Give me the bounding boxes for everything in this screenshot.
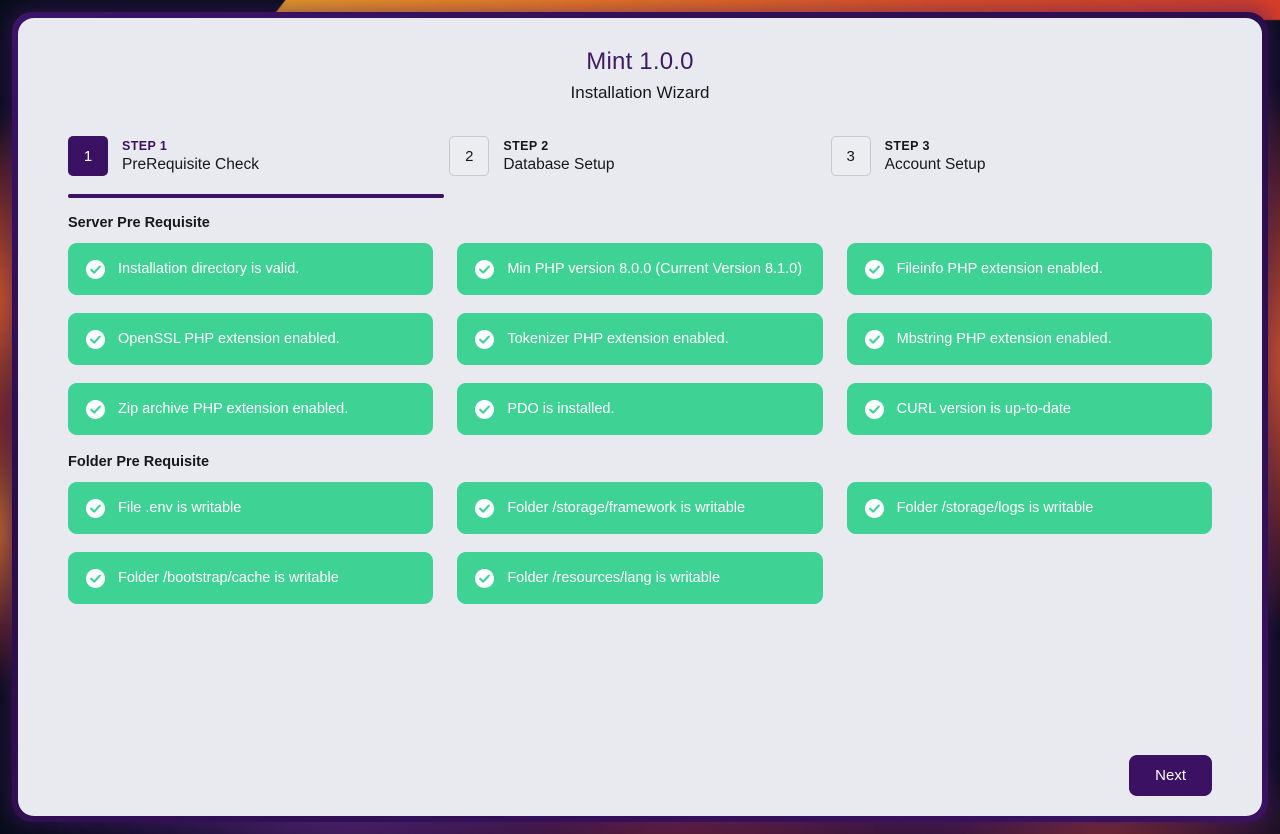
check-circle-icon: [86, 568, 105, 588]
step-item-1[interactable]: 1 STEP 1 PreRequisite Check: [68, 136, 449, 198]
step-texts: STEP 2 Database Setup: [503, 139, 614, 174]
step-title: Database Setup: [503, 155, 615, 173]
prerequisite-check-card: Installation directory is valid.: [68, 243, 434, 295]
folder-prerequisite-grid: File .env is writable Folder /storage/fra…: [68, 482, 1212, 604]
step-kicker: STEP 1: [122, 138, 168, 153]
prerequisite-check-card: Mbstring PHP extension enabled.: [846, 313, 1212, 365]
prerequisite-label: PDO is installed.: [507, 401, 615, 417]
prerequisite-label: File .env is writable: [118, 500, 242, 516]
prerequisite-label: Mbstring PHP extension enabled.: [896, 331, 1112, 347]
prerequisite-label: Tokenizer PHP extension enabled.: [507, 331, 729, 347]
prerequisite-check-card: Folder /resources/lang is writable: [457, 552, 823, 604]
prerequisite-check-card: File .env is writable: [68, 482, 434, 534]
prerequisite-label: Folder /resources/lang is writable: [507, 570, 721, 586]
check-circle-icon: [86, 498, 105, 518]
check-circle-icon: [86, 259, 105, 279]
prerequisite-check-card: Min PHP version 8.0.0 (Current Version 8…: [457, 243, 823, 295]
step-badge-1: 1: [68, 136, 108, 176]
prerequisite-check-card: CURL version is up-to-date: [846, 383, 1212, 435]
prerequisite-check-card: Tokenizer PHP extension enabled.: [457, 313, 823, 365]
prerequisite-check-card: OpenSSL PHP extension enabled.: [68, 313, 434, 365]
folder-section-title: Folder Pre Requisite: [68, 454, 210, 470]
check-circle-icon: [475, 399, 495, 419]
check-circle-icon: [475, 329, 495, 349]
prerequisite-label: CURL version is up-to-date: [896, 401, 1071, 417]
step-kicker: STEP 2: [503, 138, 549, 153]
step-texts: STEP 1 PreRequisite Check: [122, 139, 259, 174]
prerequisite-label: Zip archive PHP extension enabled.: [118, 401, 349, 417]
step-badge-2: 2: [449, 136, 490, 176]
prerequisite-label: Folder /bootstrap/cache is writable: [118, 570, 339, 586]
step-item-2[interactable]: 2 STEP 2 Database Setup: [449, 136, 830, 198]
prerequisite-check-card: Fileinfo PHP extension enabled.: [846, 243, 1212, 295]
prerequisite-label: Folder /storage/framework is writable: [507, 500, 746, 516]
check-circle-icon: [475, 259, 495, 279]
step-texts: STEP 3 Account Setup: [885, 139, 986, 174]
step-title: PreRequisite Check: [122, 155, 259, 173]
check-circle-icon: [86, 399, 105, 419]
prerequisite-check-card: Folder /storage/logs is writable: [846, 482, 1212, 534]
prerequisite-label: OpenSSL PHP extension enabled.: [118, 331, 340, 347]
prerequisite-check-card: PDO is installed.: [457, 383, 823, 435]
step-badge-3: 3: [830, 136, 871, 176]
page-title: Mint 1.0.0: [586, 48, 694, 75]
check-circle-icon: [864, 329, 884, 349]
prerequisite-check-card: Zip archive PHP extension enabled.: [68, 383, 434, 435]
installation-wizard-card: Mint 1.0.0 Installation Wizard 1 STEP 1 Pr…: [18, 18, 1262, 816]
page-subtitle: Installation Wizard: [570, 83, 710, 102]
check-circle-icon: [864, 259, 884, 279]
check-circle-icon: [864, 399, 884, 419]
step-title: Account Setup: [884, 155, 986, 173]
prerequisite-label: Installation directory is valid.: [118, 261, 300, 277]
check-circle-icon: [475, 568, 495, 588]
wizard-footer: Next: [1129, 755, 1212, 796]
server-section-title: Server Pre Requisite: [68, 215, 210, 231]
wizard-header: Mint 1.0.0 Installation Wizard: [68, 18, 1212, 103]
step-indicator: 1 STEP 1 PreRequisite Check 2 STEP 2 Database…: [68, 136, 1212, 198]
check-circle-icon: [864, 498, 884, 518]
prerequisite-check-card: Folder /storage/framework is writable: [457, 482, 823, 534]
prerequisite-check-card: Folder /bootstrap/cache is writable: [68, 552, 434, 604]
prerequisite-label: Folder /storage/logs is writable: [896, 500, 1094, 516]
prerequisite-label: Min PHP version 8.0.0 (Current Version 8…: [507, 261, 803, 277]
step-item-3[interactable]: 3 STEP 3 Account Setup: [830, 136, 1212, 198]
check-circle-icon: [86, 329, 105, 349]
server-prerequisite-grid: Installation directory is valid. Min PHP …: [68, 243, 1212, 435]
prerequisite-label: Fileinfo PHP extension enabled.: [896, 261, 1103, 277]
next-button[interactable]: Next: [1129, 755, 1212, 796]
step-kicker: STEP 3: [884, 138, 930, 153]
check-circle-icon: [475, 498, 495, 518]
